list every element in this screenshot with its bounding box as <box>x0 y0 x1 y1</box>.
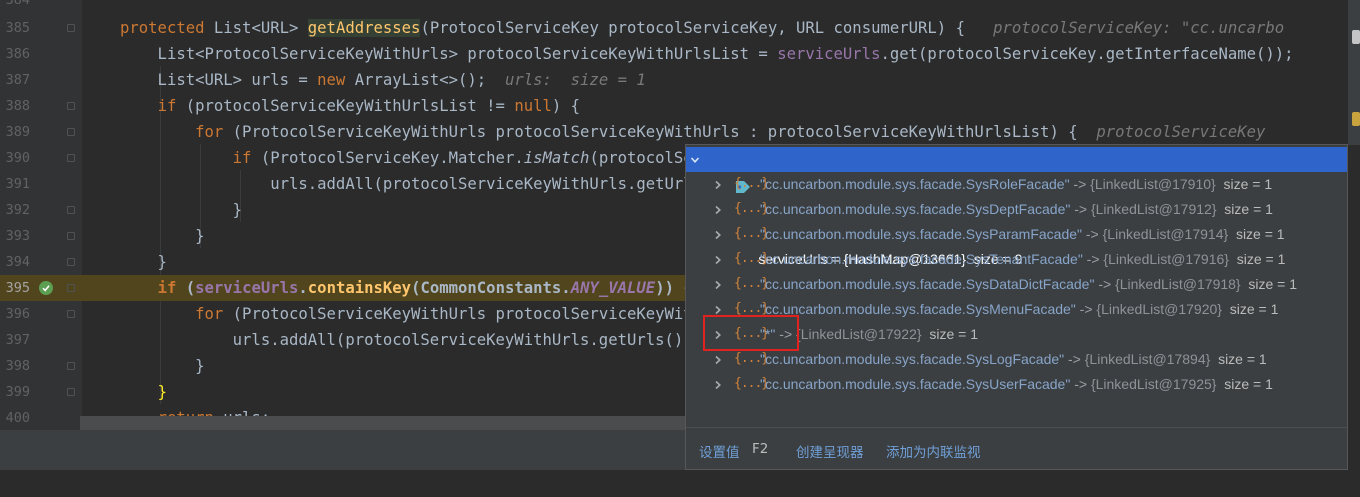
line-number: 397 <box>5 332 30 348</box>
chevron-right-icon[interactable] <box>712 272 724 297</box>
tool-window-icon[interactable] <box>1352 30 1360 44</box>
line-number: 387 <box>5 72 30 88</box>
code-line[interactable]: 384 <box>0 0 1340 13</box>
entry-size: size = 1 <box>921 326 978 342</box>
breakpoint-check-icon[interactable] <box>39 281 53 295</box>
fold-marker[interactable] <box>67 206 75 214</box>
line-number: 386 <box>5 46 30 62</box>
chevron-right-icon[interactable] <box>712 247 724 272</box>
map-entry[interactable]: {...} "cc.uncarbon.module.sys.facade.Sys… <box>686 272 1347 297</box>
entry-size: size = 1 <box>1215 176 1273 192</box>
entry-arrow: -> <box>1094 276 1116 292</box>
entry-arrow: -> <box>1064 351 1085 367</box>
entry-size: size = 1 <box>1240 276 1298 292</box>
notification-bell-icon[interactable] <box>1352 112 1360 126</box>
line-number: 389 <box>5 124 30 140</box>
entry-key: "cc.uncarbon.module.sys.facade.SysUserFa… <box>760 376 1071 392</box>
add-inline-watch-link[interactable]: 添加为内联监视 <box>886 441 981 461</box>
entry-key: "cc.uncarbon.module.sys.facade.SysParamF… <box>760 226 1082 242</box>
entry-ref: {LinkedList@17925} <box>1090 376 1217 392</box>
horizontal-scrollbar[interactable] <box>80 416 686 430</box>
line-number: 393 <box>5 228 30 244</box>
line-number: 395 <box>5 280 30 296</box>
fold-marker[interactable] <box>67 388 75 396</box>
highlight-annotation-box <box>703 315 799 351</box>
entry-arrow: -> <box>1075 301 1097 317</box>
fold-marker[interactable] <box>67 232 75 240</box>
popup-footer: 设置值 F2 创建呈现器 添加为内联监视 <box>686 427 1347 469</box>
map-entry[interactable]: {...} "cc.uncarbon.module.sys.facade.Sys… <box>686 247 1347 272</box>
fold-marker[interactable] <box>67 284 75 292</box>
entry-key: "cc.uncarbon.module.sys.facade.SysRoleFa… <box>760 176 1070 192</box>
set-value-shortcut: F2 <box>752 441 769 457</box>
line-number: 392 <box>5 202 30 218</box>
map-entry[interactable]: {...} "cc.uncarbon.module.sys.facade.Sys… <box>686 172 1347 197</box>
fold-marker[interactable] <box>67 258 75 266</box>
map-entry[interactable]: {...} "cc.uncarbon.module.sys.facade.Sys… <box>686 222 1347 247</box>
entry-ref: {LinkedList@17920} <box>1096 301 1222 317</box>
chevron-right-icon[interactable] <box>712 222 724 247</box>
entry-key: "cc.uncarbon.module.sys.facade.SysDataDi… <box>760 276 1095 292</box>
fold-marker[interactable] <box>67 24 75 32</box>
entry-ref: {LinkedList@17894} <box>1084 351 1211 367</box>
entry-key: "cc.uncarbon.module.sys.facade.SysTenant… <box>760 251 1083 267</box>
entry-size: size = 1 <box>1221 301 1279 317</box>
fold-marker[interactable] <box>67 154 75 162</box>
fold-marker[interactable] <box>67 362 75 370</box>
variable-inspector-popup[interactable]: serviceUrls = {HashMap@13661} size = 9 {… <box>685 144 1348 470</box>
field-tag-icon <box>712 152 751 193</box>
line-number: 391 <box>5 176 30 192</box>
line-number: 396 <box>5 306 30 322</box>
entry-arrow: -> <box>1082 226 1103 242</box>
fold-marker[interactable] <box>67 102 75 110</box>
inline-debug-hint: protocolServiceKey <box>1096 123 1266 141</box>
entry-size: size = 1 <box>1216 376 1273 392</box>
line-number: 400 <box>5 410 30 426</box>
line-number: 390 <box>5 150 30 166</box>
map-entry[interactable]: {...} "cc.uncarbon.module.sys.facade.Sys… <box>686 197 1347 222</box>
entry-size: size = 1 <box>1216 201 1273 217</box>
fold-marker[interactable] <box>67 128 75 136</box>
chevron-right-icon[interactable] <box>712 197 724 222</box>
line-number: 394 <box>5 254 30 270</box>
fold-marker[interactable] <box>67 310 75 318</box>
status-strip <box>0 430 686 470</box>
map-entry[interactable]: {...} "cc.uncarbon.module.sys.facade.Sys… <box>686 372 1347 397</box>
entry-size: size = 1 <box>1228 226 1285 242</box>
entry-ref: {LinkedList@17910} <box>1090 176 1216 192</box>
entry-ref: {LinkedList@17912} <box>1090 201 1217 217</box>
inline-debug-hint: urls: size = 1 <box>504 71 646 89</box>
entry-size: size = 1 <box>1228 251 1286 267</box>
line-number: 385 <box>5 20 30 36</box>
line-number: 399 <box>5 384 30 400</box>
entry-ref: {LinkedList@17918} <box>1115 276 1241 292</box>
line-number: 384 <box>5 0 30 8</box>
chevron-right-icon[interactable] <box>712 172 724 197</box>
line-number: 398 <box>5 358 30 374</box>
set-value-link[interactable]: 设置值 <box>699 441 740 461</box>
entry-key: "cc.uncarbon.module.sys.facade.SysDeptFa… <box>760 201 1071 217</box>
code-line[interactable]: 389 for (ProtocolServiceKeyWithUrls prot… <box>0 119 1340 145</box>
line-number: 388 <box>5 98 30 114</box>
entry-arrow: -> <box>1070 376 1091 392</box>
entry-size: size = 1 <box>1210 351 1267 367</box>
entry-ref: {LinkedList@17914} <box>1102 226 1229 242</box>
entry-ref: {LinkedList@17916} <box>1103 251 1229 267</box>
entry-arrow: -> <box>1082 251 1104 267</box>
chevron-down-icon[interactable] <box>689 147 701 172</box>
entry-key: "cc.uncarbon.module.sys.facade.SysLogFac… <box>760 351 1065 367</box>
code-line[interactable]: 385 protected List<URL> getAddresses(Pro… <box>0 15 1340 41</box>
chevron-right-icon[interactable] <box>712 372 724 397</box>
entry-key: "cc.uncarbon.module.sys.facade.SysMenuFa… <box>760 301 1076 317</box>
code-line[interactable]: 386 List<ProtocolServiceKeyWithUrls> pro… <box>0 41 1340 67</box>
create-renderer-link[interactable]: 创建呈现器 <box>796 441 864 461</box>
entry-arrow: -> <box>1070 201 1091 217</box>
inline-debug-hint: protocolServiceKey: "cc.uncarbo <box>993 19 1285 37</box>
code-line[interactable]: 388 if (protocolServiceKeyWithUrlsList !… <box>0 93 1340 119</box>
entry-ref: {LinkedList@17922} <box>796 326 922 342</box>
code-line[interactable]: 387 List<URL> urls = new ArrayList<>(); … <box>0 67 1340 93</box>
popup-root-variable[interactable]: serviceUrls = {HashMap@13661} size = 9 <box>686 147 1347 267</box>
entry-arrow: -> <box>1069 176 1091 192</box>
